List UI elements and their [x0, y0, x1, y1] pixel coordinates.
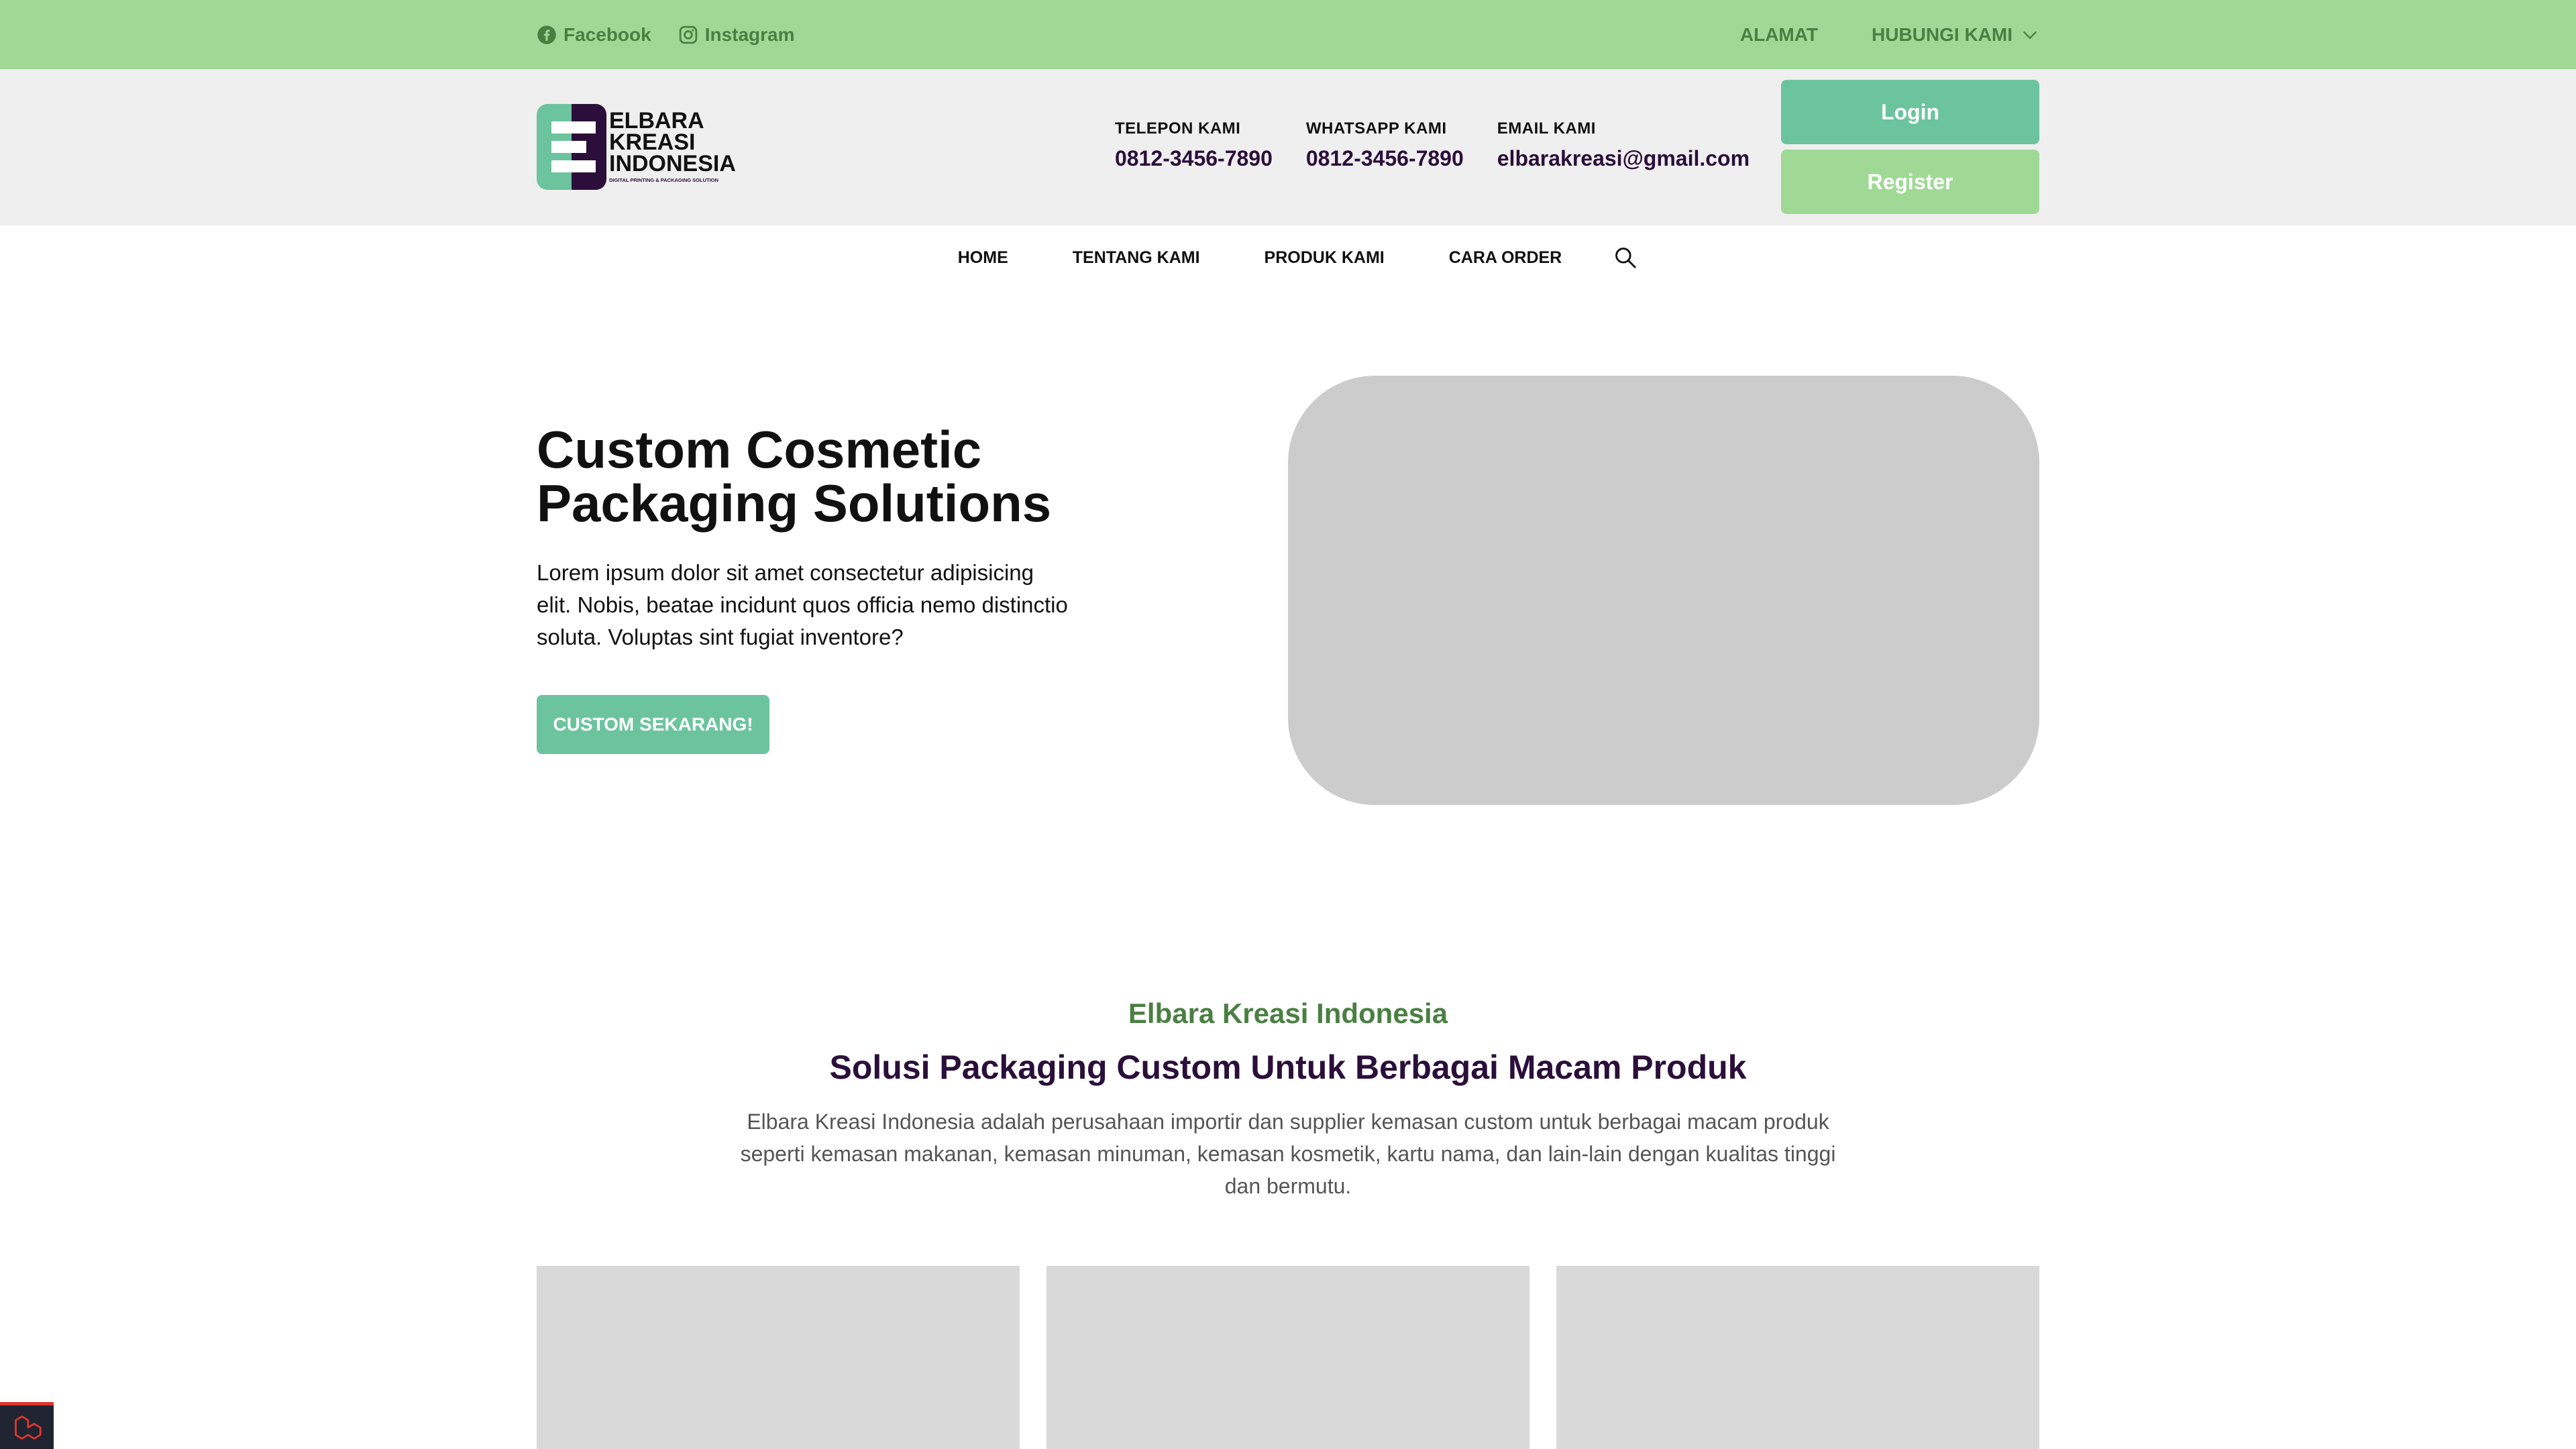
contact-info: TELEPON KAMI 0812-3456-7890 WHATSAPP KAM… — [1115, 119, 1750, 171]
register-button[interactable]: Register — [1781, 150, 2039, 214]
topbar-right-links: ALAMAT HUBUNGI KAMI — [1740, 0, 2039, 69]
hubungi-kami-dropdown[interactable]: HUBUNGI KAMI — [1872, 24, 2039, 46]
contact-phone-label: TELEPON KAMI — [1115, 119, 1241, 138]
contact-email: EMAIL KAMI elbarakreasi@gmail.com — [1497, 119, 1750, 171]
search-icon[interactable] — [1613, 245, 1638, 270]
alamat-link[interactable]: ALAMAT — [1740, 24, 1818, 46]
laravel-icon — [15, 1415, 42, 1440]
contact-whatsapp-label: WHATSAPP KAMI — [1305, 119, 1447, 138]
header: ELBARA KREASI INDONESIA DIGITAL PRINTING… — [0, 69, 2576, 225]
contact-email-value[interactable]: elbarakreasi@gmail.com — [1497, 146, 1750, 171]
facebook-icon — [537, 25, 556, 44]
about-title: Solusi Packaging Custom Untuk Berbagai M… — [829, 1049, 1747, 1086]
debugbar-toggle[interactable] — [0, 1402, 54, 1449]
nav-item-home[interactable]: HOME — [958, 248, 1008, 268]
facebook-label: Facebook — [564, 23, 651, 45]
facebook-link[interactable]: Facebook — [537, 24, 651, 46]
nav-item-produk-kami[interactable]: PRODUK KAMI — [1265, 248, 1385, 268]
hubungi-kami-label: HUBUNGI KAMI — [1872, 23, 2012, 45]
nav-item-tentang-kami[interactable]: TENTANG KAMI — [1073, 248, 1200, 268]
chevron-down-icon — [2023, 31, 2037, 39]
nav-items: HOME TENTANG KAMI PRODUK KAMI CARA ORDER — [958, 245, 1639, 270]
company-logo[interactable]: ELBARA KREASI INDONESIA DIGITAL PRINTING… — [537, 104, 745, 191]
svg-text:INDONESIA: INDONESIA — [609, 151, 736, 176]
about-description: Elbara Kreasi Indonesia adalah perusahaa… — [740, 1110, 1836, 1198]
contact-phone-value[interactable]: 0812-3456-7890 — [1115, 146, 1273, 171]
auth-buttons: Login Register — [1781, 80, 2039, 214]
product-card-image[interactable] — [1556, 1266, 2039, 1449]
main-nav: HOME TENTANG KAMI PRODUK KAMI CARA ORDER — [0, 225, 2576, 290]
contact-whatsapp: WHATSAPP KAMI 0812-3456-7890 — [1306, 119, 1464, 171]
login-button[interactable]: Login — [1781, 80, 2039, 144]
custom-sekarang-button[interactable]: CUSTOM SEKARANG! — [537, 695, 769, 754]
contact-email-label: EMAIL KAMI — [1497, 119, 1596, 138]
about-kicker: Elbara Kreasi Indonesia — [1128, 998, 1448, 1029]
top-bar: Facebook Instagram ALAMAT HUBUNGI KAMI — [0, 0, 2576, 69]
instagram-link[interactable]: Instagram — [678, 24, 795, 46]
nav-item-cara-order[interactable]: CARA ORDER — [1449, 248, 1562, 268]
product-card-image[interactable] — [537, 1266, 1020, 1449]
svg-text:DIGITAL PRINTING & PACKAGING S: DIGITAL PRINTING & PACKAGING SOLUTION — [609, 177, 718, 183]
product-card-image[interactable] — [1046, 1266, 1529, 1449]
contact-whatsapp-value[interactable]: 0812-3456-7890 — [1306, 146, 1464, 171]
hero-image-placeholder — [1288, 376, 2039, 805]
instagram-icon — [679, 25, 697, 44]
hero-title: Custom Cosmetic Packaging Solutions — [537, 420, 1052, 533]
contact-phone: TELEPON KAMI 0812-3456-7890 — [1115, 119, 1273, 171]
hero-description: Lorem ipsum dolor sit amet consectetur a… — [537, 560, 1068, 649]
social-links: Facebook Instagram — [537, 0, 795, 69]
instagram-label: Instagram — [704, 23, 795, 45]
